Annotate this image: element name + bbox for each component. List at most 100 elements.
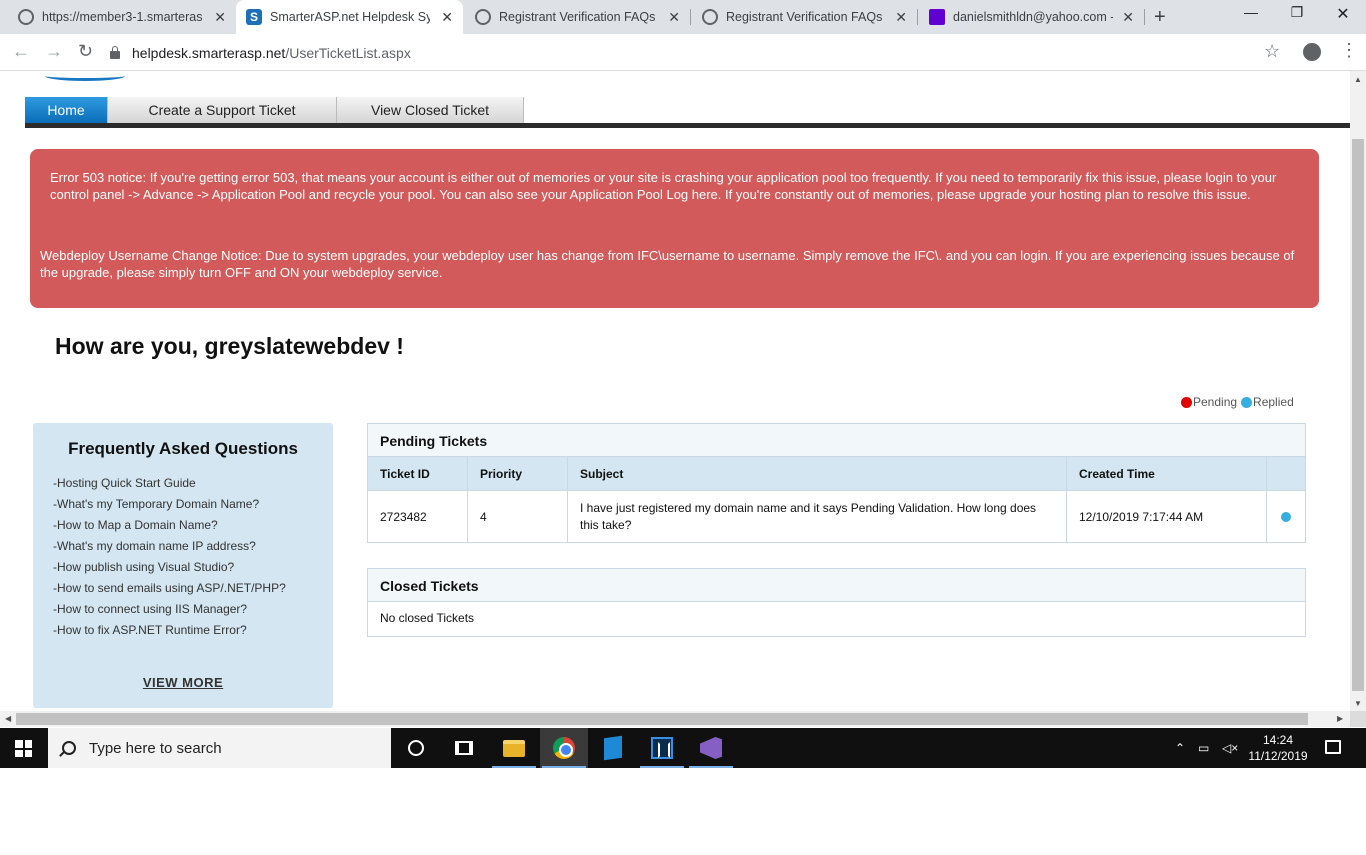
closed-tickets-empty-message: No closed Tickets <box>380 611 475 625</box>
faq-link[interactable]: -What's my domain name IP address? <box>53 539 286 560</box>
task-view-button[interactable] <box>440 728 488 768</box>
scroll-left-arrow-icon[interactable]: ◀ <box>5 714 11 723</box>
scroll-down-arrow-icon[interactable]: ▼ <box>1354 699 1362 708</box>
tab-title: SmarterASP.net Helpdesk System <box>270 10 430 24</box>
globe-icon <box>702 9 718 25</box>
horizontal-scroll-thumb[interactable] <box>16 713 1308 725</box>
faq-link[interactable]: -How to Map a Domain Name? <box>53 518 286 539</box>
network-icon[interactable]: ▭ <box>1198 728 1209 768</box>
minimize-icon[interactable]: — <box>1228 4 1274 20</box>
webdeploy-notice: Webdeploy Username Change Notice: Due to… <box>40 248 1295 280</box>
faq-link[interactable]: -Hosting Quick Start Guide <box>53 476 286 497</box>
visual-studio-icon <box>700 737 722 759</box>
faq-link[interactable]: -How publish using Visual Studio? <box>53 560 286 581</box>
vertical-scrollbar[interactable]: ▲ ▼ <box>1350 71 1366 711</box>
tab-title: Registrant Verification FAQs - Sm <box>726 10 886 24</box>
tab-yahoo-mail[interactable]: danielsmithldn@yahoo.com - Yah ✕ <box>919 0 1144 34</box>
column-header-ticket-id: Ticket ID <box>368 457 468 490</box>
profile-avatar-icon[interactable] <box>1303 43 1321 61</box>
replied-dot-icon <box>1241 396 1253 408</box>
new-tab-icon[interactable]: + <box>1154 6 1166 29</box>
screen-below-taskbar <box>0 768 1366 855</box>
file-explorer-icon <box>503 739 525 757</box>
bookmark-star-icon[interactable]: ☆ <box>1264 41 1280 62</box>
taskbar-clock[interactable]: 14:24 11/12/2019 <box>1246 732 1310 764</box>
nav-home[interactable]: Home <box>25 97 108 123</box>
close-tab-icon[interactable]: ✕ <box>441 9 453 26</box>
windows-taskbar: Type here to search ⌃ ▭ ◁× 14:24 11/12/2… <box>0 728 1366 768</box>
volume-muted-icon[interactable]: ◁× <box>1222 728 1238 768</box>
address-bar[interactable]: helpdesk.smarterasp.net/UserTicketList.a… <box>110 39 1290 67</box>
closed-tickets-panel: Closed Tickets No closed Tickets <box>367 568 1306 637</box>
more-menu-icon[interactable]: ⋮ <box>1340 40 1358 61</box>
scroll-up-arrow-icon[interactable]: ▲ <box>1354 75 1362 84</box>
column-header-status <box>1267 457 1305 490</box>
yahoo-mail-icon <box>929 9 945 25</box>
replied-status-icon <box>1280 511 1291 522</box>
pending-dot-icon <box>1181 396 1192 408</box>
app-cube-button[interactable] <box>589 728 637 768</box>
app-bracket-icon <box>651 737 673 759</box>
close-tab-icon[interactable]: ✕ <box>214 9 226 26</box>
notice-banner: Error 503 notice: If you're getting erro… <box>30 149 1319 308</box>
tray-chevron-icon[interactable]: ⌃ <box>1175 728 1185 768</box>
ticket-status-cell <box>1267 491 1305 542</box>
view-more-link[interactable]: VIEW MORE <box>33 675 333 690</box>
task-view-icon <box>455 741 473 755</box>
tab-member3[interactable]: https://member3-1.smarterasp.net ✕ <box>8 0 236 34</box>
table-row[interactable]: 2723482 4 I have just registered my doma… <box>368 491 1305 542</box>
status-legend: Pending Replied <box>1181 395 1294 409</box>
file-explorer-button[interactable] <box>490 728 538 768</box>
ticket-created-time: 12/10/2019 7:17:44 AM <box>1067 491 1267 542</box>
faq-link[interactable]: -How to connect using IIS Manager? <box>53 602 286 623</box>
close-tab-icon[interactable]: ✕ <box>668 9 680 26</box>
close-window-icon[interactable]: ✕ <box>1320 4 1366 24</box>
ticket-subject[interactable]: I have just registered my domain name an… <box>568 491 1067 542</box>
reload-icon[interactable]: ↻ <box>78 41 93 62</box>
close-tab-icon[interactable]: ✕ <box>895 9 907 26</box>
scrollbar-corner <box>1350 711 1366 727</box>
tab-title: danielsmithldn@yahoo.com - Yah <box>953 10 1113 24</box>
horizontal-scrollbar[interactable]: ◀ ▶ <box>0 711 1350 727</box>
close-tab-icon[interactable]: ✕ <box>1122 9 1134 26</box>
site-logo-swoosh <box>45 71 125 81</box>
globe-icon <box>475 9 491 25</box>
forward-arrow-icon[interactable]: → <box>45 41 63 62</box>
faq-link[interactable]: -What's my Temporary Domain Name? <box>53 497 286 518</box>
tab-title: Registrant Verification FAQs - Sm <box>499 10 659 24</box>
search-icon <box>62 741 76 755</box>
nav-create-ticket[interactable]: Create a Support Ticket <box>108 97 337 123</box>
vertical-scroll-thumb[interactable] <box>1352 139 1364 691</box>
cortana-button[interactable] <box>392 728 440 768</box>
ticket-id[interactable]: 2723482 <box>368 491 468 542</box>
back-arrow-icon[interactable]: ← <box>12 41 30 62</box>
chrome-button[interactable] <box>540 728 588 768</box>
nav-view-closed-ticket[interactable]: View Closed Ticket <box>337 97 524 123</box>
tab-title: https://member3-1.smarterasp.net <box>42 10 202 24</box>
error-503-notice: Error 503 notice: If you're getting erro… <box>50 170 1277 202</box>
visual-studio-button[interactable] <box>687 728 735 768</box>
pending-tickets-title: Pending Tickets <box>368 424 1305 457</box>
greeting-heading: How are you, greyslatewebdev ! <box>55 333 404 359</box>
smarterasp-icon: S <box>246 9 262 25</box>
faq-link[interactable]: -How to fix ASP.NET Runtime Error? <box>53 623 286 644</box>
restore-icon[interactable]: ❐ <box>1274 4 1320 21</box>
pending-table-header: Ticket ID Priority Subject Created Time <box>368 457 1305 491</box>
url-host: helpdesk.smarterasp.net <box>132 45 286 61</box>
faq-box: Frequently Asked Questions -Hosting Quic… <box>33 423 333 708</box>
action-center-icon[interactable] <box>1325 740 1341 754</box>
app-bracket-button[interactable] <box>638 728 686 768</box>
tab-registrant-faq-2[interactable]: Registrant Verification FAQs - Sm ✕ <box>692 0 917 34</box>
lock-icon <box>110 46 120 59</box>
column-header-subject: Subject <box>568 457 1067 490</box>
ticket-priority: 4 <box>468 491 568 542</box>
tab-helpdesk[interactable]: S SmarterASP.net Helpdesk System ✕ <box>236 0 463 34</box>
tab-registrant-faq-1[interactable]: Registrant Verification FAQs - Sm ✕ <box>465 0 690 34</box>
page-viewport: Home Create a Support Ticket View Closed… <box>0 71 1350 711</box>
closed-tickets-title: Closed Tickets <box>368 569 1305 602</box>
pending-tickets-panel: Pending Tickets Ticket ID Priority Subje… <box>367 423 1306 543</box>
scroll-right-arrow-icon[interactable]: ▶ <box>1337 714 1343 723</box>
windows-start-icon[interactable] <box>15 740 32 757</box>
taskbar-search-box[interactable]: Type here to search <box>48 728 391 768</box>
faq-link[interactable]: -How to send emails using ASP/.NET/PHP? <box>53 581 286 602</box>
